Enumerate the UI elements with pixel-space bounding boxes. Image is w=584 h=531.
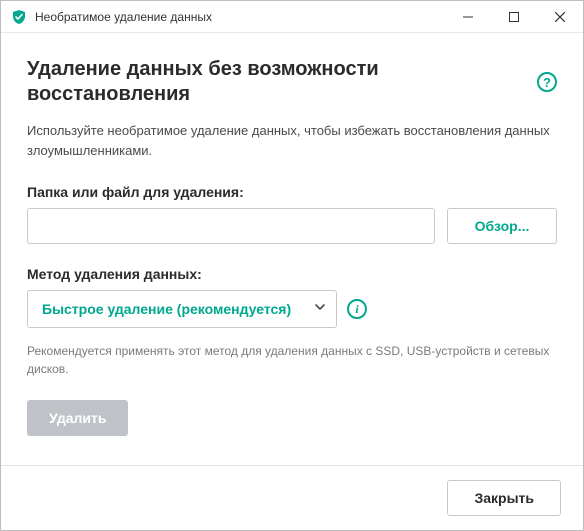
info-glyph: i xyxy=(355,302,358,317)
heading-row: Удаление данных без возможности восстано… xyxy=(27,57,557,107)
maximize-icon xyxy=(509,12,519,22)
help-icon[interactable]: ? xyxy=(537,72,557,92)
method-selected-text: Быстрое удаление (рекомендуется) xyxy=(42,301,314,317)
content-area: Удаление данных без возможности восстано… xyxy=(1,33,583,465)
browse-button[interactable]: Обзор... xyxy=(447,208,557,244)
info-icon[interactable]: i xyxy=(347,299,367,319)
close-icon xyxy=(555,12,565,22)
window-close-button[interactable] xyxy=(537,1,583,33)
minimize-icon xyxy=(463,12,473,22)
maximize-button[interactable] xyxy=(491,1,537,33)
method-dropdown[interactable]: Быстрое удаление (рекомендуется) xyxy=(27,290,337,328)
method-note: Рекомендуется применять этот метод для у… xyxy=(27,342,557,378)
close-button[interactable]: Закрыть xyxy=(447,480,561,516)
description-text: Используйте необратимое удаление данных,… xyxy=(27,121,557,160)
help-glyph: ? xyxy=(543,75,551,90)
method-row: Быстрое удаление (рекомендуется) i xyxy=(27,290,557,328)
path-label: Папка или файл для удаления: xyxy=(27,184,557,200)
chevron-down-icon xyxy=(314,300,326,318)
method-label: Метод удаления данных: xyxy=(27,266,557,282)
window-title: Необратимое удаление данных xyxy=(35,10,212,24)
minimize-button[interactable] xyxy=(445,1,491,33)
app-window: Необратимое удаление данных Удаление дан… xyxy=(0,0,584,531)
footer: Закрыть xyxy=(1,465,583,530)
titlebar: Необратимое удаление данных xyxy=(1,1,583,33)
delete-button: Удалить xyxy=(27,400,128,436)
page-title: Удаление данных без возможности восстано… xyxy=(27,57,527,107)
path-input[interactable] xyxy=(27,208,435,244)
path-row: Обзор... xyxy=(27,208,557,244)
shield-icon xyxy=(11,9,27,25)
